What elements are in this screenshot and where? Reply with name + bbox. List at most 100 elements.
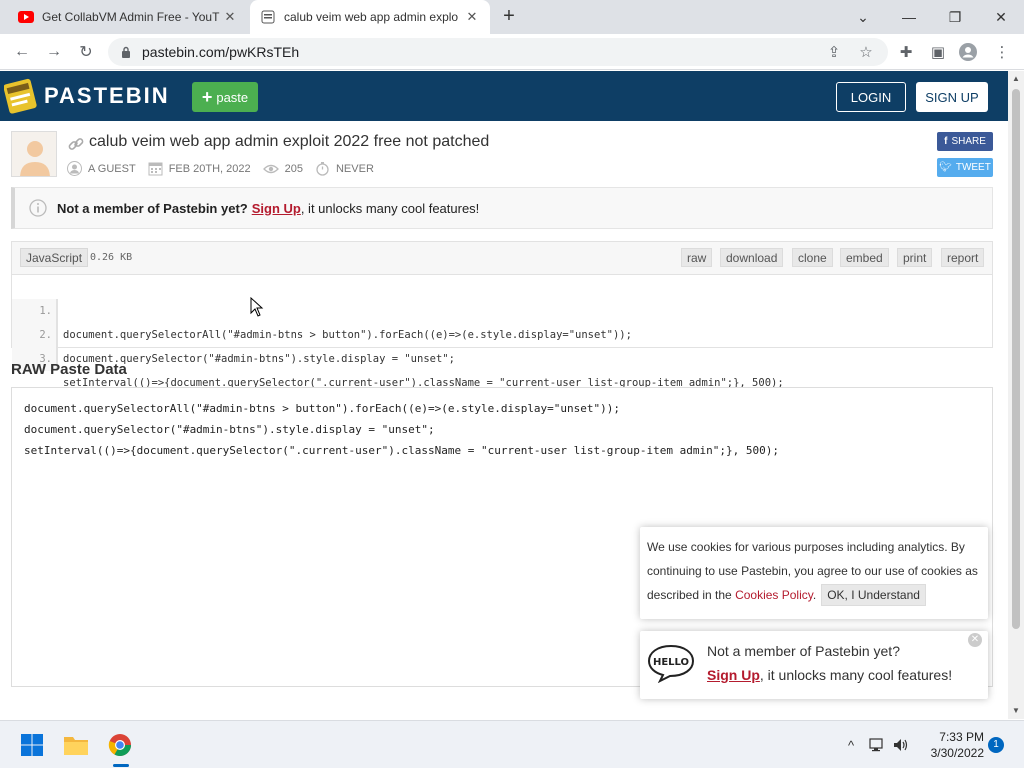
notice-rest: , it unlocks many cool features! (300, 200, 480, 216)
meta-views: 205 (262, 163, 303, 175)
pastebin-logo-icon[interactable] (4, 77, 38, 115)
meta-expiry: NEVER (315, 161, 374, 176)
restore-button[interactable]: ❐ (932, 0, 978, 34)
close-tab-icon[interactable]: ✕ (222, 9, 238, 25)
clone-button[interactable]: clone (792, 248, 833, 267)
clock-time: 7:33 PM (939, 730, 984, 744)
tab-search-icon[interactable]: ⌄ (840, 0, 886, 34)
share-label: SHARE (951, 136, 986, 147)
notice-signup-link[interactable]: Sign Up (252, 201, 301, 216)
url-text: pastebin.com/pwKRsTEh (142, 44, 300, 60)
code-viewer: JavaScript 0.26 KB raw download clone em… (11, 241, 993, 389)
paste-meta: A GUEST FEB 20TH, 2022 205 NEVER (67, 161, 386, 176)
tab-youtube[interactable]: Get CollabVM Admin Free - YouT ✕ (8, 0, 248, 34)
close-window-button[interactable]: ✕ (978, 0, 1024, 34)
profile-avatar-icon[interactable] (958, 42, 978, 62)
tab-pastebin[interactable]: calub veim web app admin explo ✕ (250, 0, 490, 34)
raw-line: setInterval(()=>{document.querySelector(… (24, 444, 779, 457)
meta-author[interactable]: A GUEST (67, 161, 136, 176)
brand-name[interactable]: PASTEBIN (44, 83, 170, 109)
code-line: 1. document.querySelectorAll("#admin-btn… (12, 275, 992, 341)
page-viewport: PASTEBIN + paste LOGIN SIGN UP calub vei… (0, 71, 1008, 719)
cookie-ok-button[interactable]: OK, I Understand (821, 584, 926, 606)
browser-menu-icon[interactable]: ⋮ (992, 42, 1012, 62)
user-icon (67, 161, 82, 176)
volume-icon[interactable] (892, 736, 910, 754)
raw-button[interactable]: raw (681, 248, 713, 267)
signup-button[interactable]: SIGN UP (916, 82, 988, 112)
bookmark-star-icon[interactable]: ☆ (856, 42, 876, 62)
print-button[interactable]: print (897, 248, 933, 267)
tray-chevron-up-icon[interactable]: ^ (842, 736, 860, 754)
hello-text: Not a member of Pastebin yet? Sign Up, i… (707, 639, 952, 687)
hello-rest: , it unlocks many cool features! (759, 667, 953, 683)
url-field[interactable]: pastebin.com/pwKRsTEh (108, 38, 888, 66)
login-button[interactable]: LOGIN (836, 82, 906, 112)
cookie-after: . (812, 588, 817, 602)
back-icon[interactable]: ← (10, 40, 34, 64)
download-button[interactable]: download (720, 248, 784, 267)
expiry-value: NEVER (335, 162, 374, 175)
author-name: A GUEST (88, 162, 136, 175)
new-tab-button[interactable]: + (498, 6, 520, 28)
embed-button[interactable]: embed (840, 248, 889, 267)
reload-icon[interactable]: ↻ (74, 40, 98, 64)
site-header: PASTEBIN + paste LOGIN SIGN UP (0, 71, 1008, 121)
youtube-icon (18, 9, 34, 25)
pastebin-favicon-icon (260, 9, 276, 25)
close-tab-icon[interactable]: ✕ (464, 9, 480, 25)
meta-date: FEB 20TH, 2022 (148, 161, 251, 176)
cookies-policy-link[interactable]: Cookies Policy (735, 588, 813, 602)
close-popup-icon[interactable]: ✕ (968, 633, 982, 647)
raw-section-title: RAW Paste Data (11, 361, 127, 378)
twitter-tweet-button[interactable]: 🐦︎ TWEET (937, 158, 993, 177)
tab-title: Get CollabVM Admin Free - YouT (42, 10, 220, 24)
svg-text:HELLO: HELLO (653, 657, 689, 668)
network-icon[interactable] (868, 736, 886, 754)
cookie-consent-popup: We use cookies for various purposes incl… (640, 527, 988, 619)
paste-label: paste (216, 89, 249, 105)
paste-title: calub veim web app admin exploit 2022 fr… (89, 133, 490, 150)
notification-badge[interactable]: 1 (988, 737, 1004, 753)
hello-signup-link[interactable]: Sign Up (707, 667, 760, 683)
forward-icon[interactable]: → (42, 40, 66, 64)
code-line: 3. setInterval(()=>{document.querySelect… (12, 323, 992, 389)
page-scrollbar[interactable]: ▲ ▼ (1008, 71, 1024, 719)
scroll-up-icon[interactable]: ▲ (1008, 71, 1024, 87)
notice-bold: Not a member of Pastebin yet? (57, 200, 248, 216)
address-bar: ← → ↻ pastebin.com/pwKRsTEh ⇪ ☆ ✚ ▣ ⋮ (0, 34, 1024, 70)
hello-signup-popup: HELLO Not a member of Pastebin yet? Sign… (640, 631, 988, 699)
twitter-bird-icon: 🐦︎ (939, 162, 952, 173)
timer-icon (316, 162, 329, 176)
tweet-label: TWEET (955, 162, 991, 173)
new-paste-button[interactable]: + paste (192, 82, 258, 112)
scrollbar-thumb[interactable] (1012, 89, 1020, 629)
info-icon (29, 199, 47, 217)
windows-start-icon[interactable] (16, 729, 48, 761)
calendar-icon (148, 162, 163, 176)
tab-title: calub veim web app admin explo (284, 10, 459, 24)
minimize-button[interactable]: — (886, 0, 932, 34)
system-clock[interactable]: 7:33 PM 3/30/2022 (918, 729, 984, 761)
scroll-down-icon[interactable]: ▼ (1008, 703, 1024, 719)
code-line: 2. document.querySelector("#admin-btns")… (12, 299, 992, 365)
extensions-puzzle-icon[interactable]: ✚ (896, 42, 916, 62)
paste-size: 0.26 KB (90, 252, 133, 263)
eye-icon (262, 164, 279, 173)
mouse-cursor-icon (250, 297, 264, 317)
report-button[interactable]: report (941, 248, 985, 267)
facebook-share-button[interactable]: f SHARE (937, 132, 993, 151)
post-header: calub veim web app admin exploit 2022 fr… (11, 131, 993, 191)
hello-speech-bubble-icon: HELLO (647, 644, 695, 683)
guest-avatar (11, 131, 57, 177)
code-toolbar: JavaScript 0.26 KB raw download clone em… (12, 242, 992, 275)
chrome-icon[interactable] (104, 729, 136, 761)
file-explorer-icon[interactable] (60, 729, 92, 761)
facebook-icon: f (944, 136, 948, 147)
windows-taskbar: ^ 7:33 PM 3/30/2022 1 (0, 720, 1024, 768)
lock-icon (120, 45, 132, 59)
browser-tab-bar: Get CollabVM Admin Free - YouT ✕ calub v… (0, 0, 1024, 34)
language-badge[interactable]: JavaScript (20, 248, 89, 267)
side-panel-icon[interactable]: ▣ (928, 42, 948, 62)
share-page-icon[interactable]: ⇪ (824, 42, 844, 62)
